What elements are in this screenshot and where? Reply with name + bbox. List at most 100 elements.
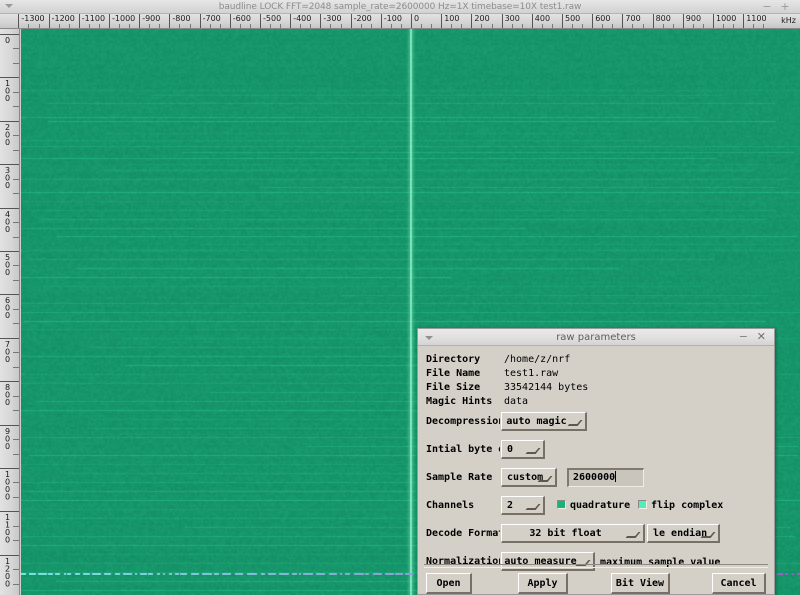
frequency-minor-tick	[390, 24, 392, 28]
frequency-minor-tick	[310, 24, 312, 28]
frequency-tick: 1000	[713, 14, 736, 28]
time-tick: 1000	[0, 468, 19, 500]
decode-format-label: Decode Format	[426, 528, 500, 539]
time-tick: 500	[0, 251, 19, 276]
frequency-tick-label: 300	[504, 14, 520, 23]
frequency-minor-tick	[421, 24, 423, 28]
apply-button[interactable]: Apply	[518, 573, 568, 594]
frequency-tick-label: 1100	[746, 14, 767, 23]
time-minor-tick	[13, 91, 19, 93]
frequency-tick: 700	[622, 14, 641, 28]
frequency-minor-tick	[360, 24, 362, 28]
frequency-minor-tick	[753, 24, 755, 28]
frequency-tick-label: -1200	[51, 14, 75, 23]
decode-format-dropdown[interactable]: 32 bit float	[501, 524, 645, 543]
frequency-tick-label: -800	[172, 14, 191, 23]
window-title: baudline LOCK FFT=2048 sample_rate=26000…	[218, 2, 582, 12]
text-caret	[615, 471, 617, 482]
dialog-minimize-button[interactable]: −	[739, 329, 748, 346]
flip-complex-label: flip complex	[651, 500, 724, 511]
time-minor-tick	[13, 193, 19, 195]
time-tick: 700	[0, 337, 19, 362]
dialog-close-button[interactable]: ✕	[757, 329, 766, 346]
time-minor-tick	[13, 569, 19, 571]
time-minor-tick	[13, 265, 19, 267]
frequency-minor-tick	[68, 24, 70, 28]
field-row-normalization: Normalization auto measure maximum sampl…	[426, 552, 766, 572]
frequency-minor-tick	[330, 24, 332, 28]
frequency-minor-tick	[28, 24, 30, 28]
frequency-tick-label: 100	[444, 14, 460, 23]
frequency-unit-label: kHz	[781, 16, 796, 25]
time-minor-tick	[13, 222, 19, 224]
decompression-dropdown[interactable]: auto magic	[501, 412, 587, 431]
frequency-minor-tick	[431, 24, 433, 28]
time-tick: 100	[0, 77, 19, 102]
main-titlebar: baudline LOCK FFT=2048 sample_rate=26000…	[0, 0, 800, 14]
time-minor-tick	[13, 135, 19, 137]
dc-carrier-spike	[410, 29, 412, 595]
frequency-tick-label: -1100	[81, 14, 106, 23]
time-minor-tick	[13, 366, 19, 368]
time-minor-tick	[13, 482, 19, 484]
quadrature-label: quadrature	[570, 500, 631, 511]
time-minor-tick	[13, 525, 19, 527]
initial-byte-offset-dropdown[interactable]: 0	[501, 440, 545, 459]
time-tick: 300	[0, 164, 19, 189]
flip-complex-checkbox-box	[638, 500, 647, 509]
flip-complex-checkbox[interactable]: flip complex	[638, 499, 723, 513]
frequency-tick-label: -700	[202, 14, 221, 23]
frequency-minor-tick	[270, 24, 272, 28]
frequency-tick-label: -100	[383, 14, 402, 23]
time-tick: 0	[0, 34, 19, 44]
frequency-tick-label: -1300	[21, 14, 45, 23]
open-button[interactable]: Open	[426, 573, 472, 594]
sample-rate-input[interactable]: 2600000	[567, 468, 644, 487]
frequency-tick-label: 700	[625, 14, 641, 23]
bit-view-button[interactable]: Bit View	[611, 573, 670, 594]
frequency-tick-label: -200	[353, 14, 372, 23]
time-tick-label: 300	[3, 166, 12, 189]
frequency-tick: 800	[652, 14, 671, 28]
time-minor-tick	[13, 106, 19, 108]
frequency-minor-tick	[58, 24, 60, 28]
time-tick-label: 600	[3, 296, 12, 319]
frequency-tick-label: 0	[414, 14, 420, 23]
frequency-tick: -500	[260, 14, 281, 28]
initial-byte-offset-label: Intial byte offset	[426, 444, 500, 455]
time-tick-label: 900	[3, 426, 12, 450]
frequency-minor-tick	[521, 24, 523, 28]
dialog-body: Directory /home/z/nrf File Name test1.ra…	[418, 346, 774, 594]
time-ruler-vertical[interactable]: 0 100 200 300 400 500 600 700 800 900 1000 1100 1200	[0, 29, 20, 595]
frequency-minor-tick	[179, 24, 181, 28]
frequency-minor-tick	[149, 24, 151, 28]
frequency-tick: -900	[139, 14, 160, 28]
frequency-tick-label: -400	[293, 14, 312, 23]
time-minor-tick	[13, 308, 19, 310]
frequency-tick: -300	[320, 14, 342, 28]
endianness-dropdown[interactable]: le endian	[647, 524, 720, 543]
decode-format-value: 32 bit float	[529, 528, 602, 539]
frequency-tick: -700	[199, 14, 221, 28]
frequency-minor-tick	[340, 24, 342, 28]
cancel-button[interactable]: Cancel	[712, 573, 766, 594]
sample-rate-preset-dropdown[interactable]: custom	[501, 468, 557, 487]
maximize-button[interactable]: +	[778, 0, 792, 14]
frequency-tick: 100	[441, 14, 459, 28]
time-tick-label: 1200	[3, 556, 12, 587]
frequency-minor-tick	[38, 24, 40, 28]
time-tick: 900	[0, 424, 19, 449]
frequency-ruler-horizontal[interactable]: kHz -1300 -1200 -1100 -100 0 -900 -800 -700 -600…	[0, 14, 800, 29]
channels-dropdown[interactable]: 2	[501, 496, 545, 515]
time-minor-tick	[13, 540, 19, 542]
frequency-tick-label: -600	[232, 14, 251, 23]
frequency-tick-label: 800	[655, 14, 671, 23]
decompression-label: Decompression	[426, 416, 500, 427]
normalization-dropdown[interactable]: auto measure	[501, 552, 595, 571]
time-tick-label: 1000	[3, 470, 12, 500]
file-size-label: File Size	[426, 382, 481, 393]
minimize-button[interactable]: −	[760, 0, 774, 14]
quadrature-checkbox[interactable]: quadrature	[557, 499, 630, 513]
frequency-tick: -1300	[18, 14, 45, 28]
sample-rate-value: 2600000	[573, 472, 616, 483]
